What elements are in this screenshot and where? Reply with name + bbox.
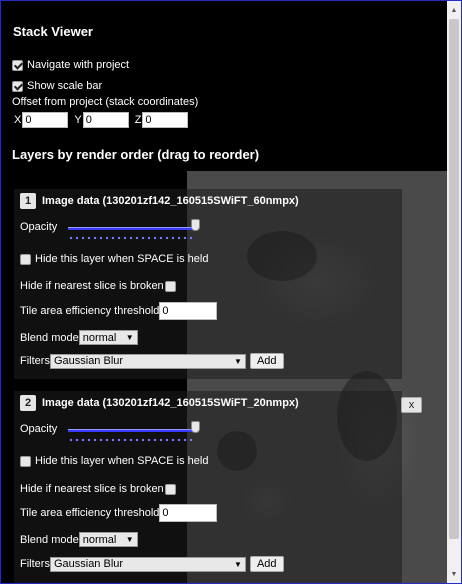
- layer-name: Image data (130201zf142_160515SWiFT_60nm…: [42, 195, 299, 207]
- show-scale-bar-row[interactable]: Show scale bar: [12, 80, 102, 92]
- blend-mode-value: normal: [82, 331, 117, 344]
- offset-z-input[interactable]: [142, 112, 189, 128]
- hide-broken-label: Hide if nearest slice is broken: [20, 483, 164, 495]
- scrollbar-thumb[interactable]: [449, 19, 459, 539]
- layer-number: 2: [20, 395, 36, 411]
- vertical-scrollbar[interactable]: ▲ ▼: [447, 1, 461, 583]
- blend-mode-row: Blend mode normal ▼: [20, 532, 138, 547]
- offset-inputs: X Y Z: [14, 112, 194, 128]
- slider-track: [68, 227, 196, 230]
- caret-down-icon: ▼: [234, 559, 242, 569]
- slider-thumb[interactable]: [191, 421, 200, 433]
- blend-mode-select[interactable]: normal ▼: [78, 532, 138, 547]
- hide-space-row[interactable]: Hide this layer when SPACE is held: [20, 253, 208, 265]
- slider-ticks: [68, 236, 194, 240]
- caret-down-icon: ▼: [234, 356, 242, 366]
- hide-broken-row[interactable]: Hide if nearest slice is broken: [20, 280, 180, 292]
- caret-down-icon: ▼: [125, 535, 134, 544]
- hide-space-checkbox[interactable]: [20, 455, 31, 467]
- blend-mode-label: Blend mode: [20, 533, 79, 546]
- layers-heading: Layers by render order (drag to reorder): [12, 147, 260, 162]
- offset-x-input[interactable]: [22, 112, 69, 128]
- tile-threshold-row: Tile area efficiency threshold: [20, 302, 218, 320]
- tile-threshold-label: Tile area efficiency threshold: [20, 507, 160, 519]
- add-filter-button[interactable]: Add: [249, 556, 284, 572]
- blend-mode-row: Blend mode normal ▼: [20, 330, 138, 345]
- blend-mode-label: Blend mode: [20, 331, 79, 344]
- hide-broken-checkbox[interactable]: [164, 280, 176, 292]
- stack-viewer-settings: Stack Viewer Navigate with project Show …: [1, 1, 447, 583]
- navigate-with-project-row[interactable]: Navigate with project: [12, 59, 129, 71]
- filter-select[interactable]: Gaussian Blur ▼: [49, 556, 246, 572]
- tile-threshold-input[interactable]: [159, 302, 218, 320]
- opacity-slider[interactable]: [68, 421, 200, 443]
- slider-thumb[interactable]: [191, 219, 200, 231]
- filter-select[interactable]: Gaussian Blur ▼: [49, 353, 246, 369]
- filters-row: Filters Gaussian Blur ▼ Add: [20, 353, 284, 369]
- layer-header: 1 Image data (130201zf142_160515SWiFT_60…: [20, 193, 299, 209]
- hide-space-label: Hide this layer when SPACE is held: [35, 455, 209, 467]
- remove-layer-button[interactable]: x: [401, 397, 422, 413]
- offset-x-label: X: [14, 114, 22, 126]
- layer-header: 2 Image data (130201zf142_160515SWiFT_20…: [20, 395, 299, 411]
- layer-number: 1: [20, 193, 36, 209]
- hide-broken-checkbox[interactable]: [164, 483, 176, 495]
- tile-threshold-label: Tile area efficiency threshold: [20, 305, 160, 317]
- hide-broken-row[interactable]: Hide if nearest slice is broken: [20, 483, 180, 495]
- show-scale-bar-label: Show scale bar: [27, 80, 103, 92]
- blend-mode-select[interactable]: normal ▼: [78, 330, 138, 345]
- layer-name: Image data (130201zf142_160515SWiFT_20nm…: [42, 397, 299, 409]
- filters-label: Filters: [20, 558, 50, 570]
- opacity-row: Opacity: [20, 221, 57, 233]
- blend-mode-value: normal: [82, 533, 117, 546]
- filter-value: Gaussian Blur: [53, 558, 124, 570]
- offset-y-input[interactable]: [82, 112, 129, 128]
- chevron-down-icon[interactable]: ▼: [447, 567, 461, 581]
- caret-down-icon: ▼: [125, 333, 134, 342]
- panel-title: Stack Viewer: [13, 24, 93, 39]
- hide-space-row[interactable]: Hide this layer when SPACE is held: [20, 455, 208, 467]
- show-scale-bar-checkbox[interactable]: [12, 80, 23, 92]
- offset-z-label: Z: [134, 114, 142, 126]
- tile-threshold-input[interactable]: [159, 504, 218, 522]
- layer-panel[interactable]: 1 Image data (130201zf142_160515SWiFT_60…: [14, 189, 402, 379]
- filters-row: Filters Gaussian Blur ▼ Add: [20, 556, 284, 572]
- opacity-label: Opacity: [20, 221, 58, 233]
- slider-ticks: [68, 438, 194, 442]
- tile-threshold-row: Tile area efficiency threshold: [20, 504, 218, 522]
- filters-label: Filters: [20, 355, 50, 367]
- layer-panel[interactable]: 2 Image data (130201zf142_160515SWiFT_20…: [14, 391, 422, 583]
- slider-track: [68, 429, 196, 432]
- offset-y-label: Y: [74, 114, 82, 126]
- navigate-with-project-label: Navigate with project: [27, 59, 130, 71]
- filter-value: Gaussian Blur: [53, 355, 124, 367]
- stack-viewer-window: Stack Viewer Navigate with project Show …: [0, 0, 462, 584]
- offset-label: Offset from project (stack coordinates): [12, 96, 199, 108]
- opacity-slider[interactable]: [68, 219, 200, 241]
- opacity-row: Opacity: [20, 423, 57, 435]
- chevron-up-icon[interactable]: ▲: [447, 3, 461, 17]
- add-filter-button[interactable]: Add: [249, 353, 284, 369]
- hide-space-label: Hide this layer when SPACE is held: [35, 253, 209, 265]
- hide-space-checkbox[interactable]: [20, 253, 31, 265]
- opacity-label: Opacity: [20, 423, 58, 435]
- navigate-with-project-checkbox[interactable]: [12, 59, 23, 71]
- hide-broken-label: Hide if nearest slice is broken: [20, 280, 164, 292]
